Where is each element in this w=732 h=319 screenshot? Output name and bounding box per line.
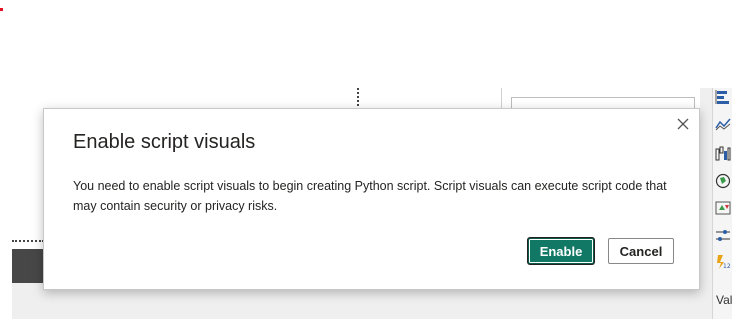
- map-icon[interactable]: [715, 173, 731, 189]
- slicer-icon[interactable]: [715, 228, 731, 244]
- enable-button[interactable]: Enable: [528, 238, 594, 264]
- canvas-resize-guide: [357, 88, 359, 110]
- values-label-truncated: Val: [716, 293, 732, 307]
- cancel-button[interactable]: Cancel: [608, 238, 674, 264]
- enable-script-visuals-dialog: Enable script visuals You need to enable…: [43, 108, 700, 290]
- page-tab-area: [12, 249, 44, 283]
- canvas-edge-guide: [12, 240, 44, 242]
- line-chart-icon[interactable]: [715, 116, 731, 132]
- svg-text:123: 123: [723, 263, 731, 270]
- stacked-bar-icon[interactable]: [715, 89, 731, 105]
- kpi-icon[interactable]: [715, 200, 731, 216]
- close-icon: [677, 118, 689, 130]
- dialog-title: Enable script visuals: [73, 131, 256, 153]
- pane-gap: [700, 88, 712, 319]
- waterfall-icon[interactable]: [715, 145, 731, 161]
- pane-separator: [501, 88, 502, 110]
- dialog-message: You need to enable script visuals to beg…: [73, 179, 667, 213]
- close-button[interactable]: [673, 114, 693, 134]
- card-icon[interactable]: 123: [715, 254, 732, 270]
- red-marker: [0, 8, 3, 11]
